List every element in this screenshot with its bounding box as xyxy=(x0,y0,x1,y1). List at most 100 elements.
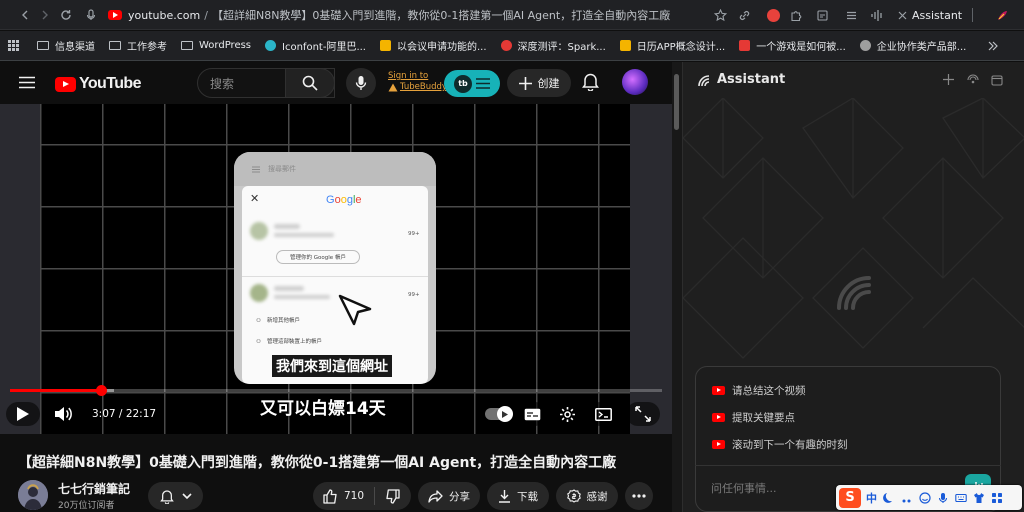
assistant-settings-icon[interactable] xyxy=(967,74,979,86)
autoplay-toggle[interactable] xyxy=(480,402,516,426)
account-avatar[interactable] xyxy=(622,69,648,95)
bookmark-3[interactable]: Iconfont-阿里巴... xyxy=(265,38,366,53)
theater-mode-button[interactable] xyxy=(588,402,618,426)
notifications-bell-icon[interactable] xyxy=(582,72,599,91)
subtitles-icon xyxy=(524,408,540,420)
play-icon xyxy=(17,407,29,421)
emoji-icon[interactable] xyxy=(919,491,931,504)
more-horizontal-icon xyxy=(632,494,646,498)
voice-search-button[interactable] xyxy=(346,68,376,98)
bookmark-7[interactable]: 一个游戏是如何被... xyxy=(739,38,846,53)
back-icon[interactable] xyxy=(14,0,36,30)
play-button[interactable] xyxy=(6,402,40,426)
bell-icon xyxy=(159,489,174,504)
bookmark-folder-2[interactable]: WordPress xyxy=(181,40,251,51)
youtube-play-logo-icon xyxy=(55,76,76,92)
subscription-notify-button[interactable] xyxy=(148,482,203,510)
menu-lines-icon[interactable] xyxy=(845,0,858,30)
more-actions-button[interactable] xyxy=(625,482,653,510)
hamburger-menu-icon[interactable] xyxy=(19,76,35,89)
subtitles-button[interactable] xyxy=(517,402,547,426)
extension-red-icon[interactable] xyxy=(767,0,780,30)
time-display: 3:07 / 22:17 xyxy=(92,408,157,420)
tubebuddy-logo-icon: tb xyxy=(454,74,472,93)
assistant-input[interactable]: 问任何事情... xyxy=(711,480,777,496)
close-icon: ✕ xyxy=(250,192,260,205)
feather-extension-icon[interactable] xyxy=(996,0,1009,30)
apps-grid-icon[interactable] xyxy=(8,40,19,51)
more-bookmarks-icon[interactable] xyxy=(988,41,999,51)
thumbs-down-icon xyxy=(386,488,400,504)
prompt-suggestion-next-moment[interactable]: 滚动到下一个有趣的时刻 xyxy=(712,437,848,452)
download-button[interactable]: 下载 xyxy=(487,482,549,510)
ime-toolbar[interactable]: S 中 xyxy=(836,485,1022,510)
channel-name[interactable]: 七七行銷筆記 xyxy=(58,480,130,497)
site-favicon-icon xyxy=(500,40,512,51)
share-button[interactable]: 分享 xyxy=(418,482,480,510)
video-side-pillar xyxy=(630,104,672,434)
iconfont-favicon-icon xyxy=(265,40,277,51)
bookmark-8[interactable]: 企业协作类产品部... xyxy=(859,38,966,53)
bookmark-6[interactable]: 日历APP概念设计... xyxy=(619,38,725,53)
link-icon[interactable] xyxy=(738,0,751,30)
bookmark-folder-0[interactable]: 信息渠道 xyxy=(37,38,95,53)
assistant-history-icon[interactable] xyxy=(991,74,1003,86)
video-player[interactable]: 搜尋郵件 ✕ Google 99+ 管理你的 Google 帳戶 99+ ⚇ 新增… xyxy=(0,104,672,434)
prompt-suggestion-summarize[interactable]: 请总结这个视频 xyxy=(712,383,806,398)
extensions-puzzle-icon[interactable] xyxy=(790,0,803,30)
forward-icon[interactable] xyxy=(34,0,56,30)
tubebuddy-menu-button[interactable]: tb xyxy=(444,70,500,97)
assistant-side-panel: Assistant 请总结这个视频 提取关键要点 滚动到下一个有趣的时刻 问任何… xyxy=(682,62,1024,512)
progress-played xyxy=(10,389,102,392)
dislike-button[interactable] xyxy=(385,488,400,504)
new-chat-plus-icon[interactable] xyxy=(943,74,954,85)
mouse-cursor-icon xyxy=(338,294,374,328)
channel-avatar[interactable] xyxy=(18,480,48,510)
page-scrollbar[interactable] xyxy=(672,62,682,512)
assistant-tab[interactable]: Assistant xyxy=(898,0,962,30)
audio-wave-icon[interactable] xyxy=(870,0,884,30)
warning-icon xyxy=(388,83,398,92)
bookmark-5[interactable]: 深度测评：Spark... xyxy=(500,38,606,53)
progress-bar[interactable] xyxy=(10,385,662,396)
url-page-title: 【超詳細N8N教學】0基礎入門到進階，教你從0-1搭建第一個AI Agent，打… xyxy=(211,9,671,22)
address-bar[interactable]: youtube.com / 【超詳細N8N教學】0基礎入門到進階，教你從0-1搭… xyxy=(108,4,708,26)
plus-icon xyxy=(518,76,532,90)
subtitle-line-1: 我們來到這個網址 xyxy=(272,355,392,377)
volume-button[interactable] xyxy=(46,402,80,426)
moon-icon[interactable] xyxy=(883,492,895,504)
punctuation-icon[interactable] xyxy=(901,492,913,504)
scrollbar-thumb[interactable] xyxy=(674,74,679,130)
settings-button[interactable] xyxy=(552,402,582,426)
youtube-logo[interactable]: YouTube xyxy=(55,75,141,93)
toolbox-icon[interactable] xyxy=(991,492,1003,504)
play-icon xyxy=(502,410,508,418)
super-thanks-icon xyxy=(566,489,581,503)
reload-icon[interactable] xyxy=(55,0,77,30)
site-favicon-icon xyxy=(739,40,751,51)
theater-icon xyxy=(594,407,612,421)
youtube-icon xyxy=(712,386,725,395)
tubebuddy-signin-link[interactable]: Sign in to TubeBuddy xyxy=(388,71,447,93)
shirt-skin-icon[interactable] xyxy=(973,492,985,504)
ime-language-toggle[interactable]: 中 xyxy=(866,490,877,506)
voice-search-icon[interactable] xyxy=(80,0,102,30)
assistant-background-pattern xyxy=(683,98,1024,359)
search-button[interactable] xyxy=(285,68,335,98)
youtube-icon xyxy=(712,413,725,422)
microphone-icon[interactable] xyxy=(937,492,949,504)
create-button[interactable]: 创建 xyxy=(507,69,571,97)
keyboard-icon[interactable] xyxy=(955,492,967,504)
add-person-icon: ⚇ xyxy=(256,318,261,324)
like-dislike-group: 710 xyxy=(313,482,411,510)
bookmark-folder-1[interactable]: 工作参考 xyxy=(109,38,167,53)
thanks-button[interactable]: 感谢 xyxy=(556,482,618,510)
sogou-logo-icon[interactable]: S xyxy=(839,487,861,508)
like-button[interactable]: 710 xyxy=(323,488,364,504)
fullscreen-button[interactable] xyxy=(626,402,660,426)
prompt-suggestion-key-points[interactable]: 提取关键要点 xyxy=(712,410,795,425)
bookmark-star-icon[interactable] xyxy=(714,0,727,30)
bookmark-4[interactable]: 以会议申请功能的... xyxy=(379,38,487,53)
tab-search-icon[interactable] xyxy=(816,0,829,30)
youtube-masthead: YouTube 搜索 Sign in to TubeBuddy tb 创建 xyxy=(0,62,672,104)
